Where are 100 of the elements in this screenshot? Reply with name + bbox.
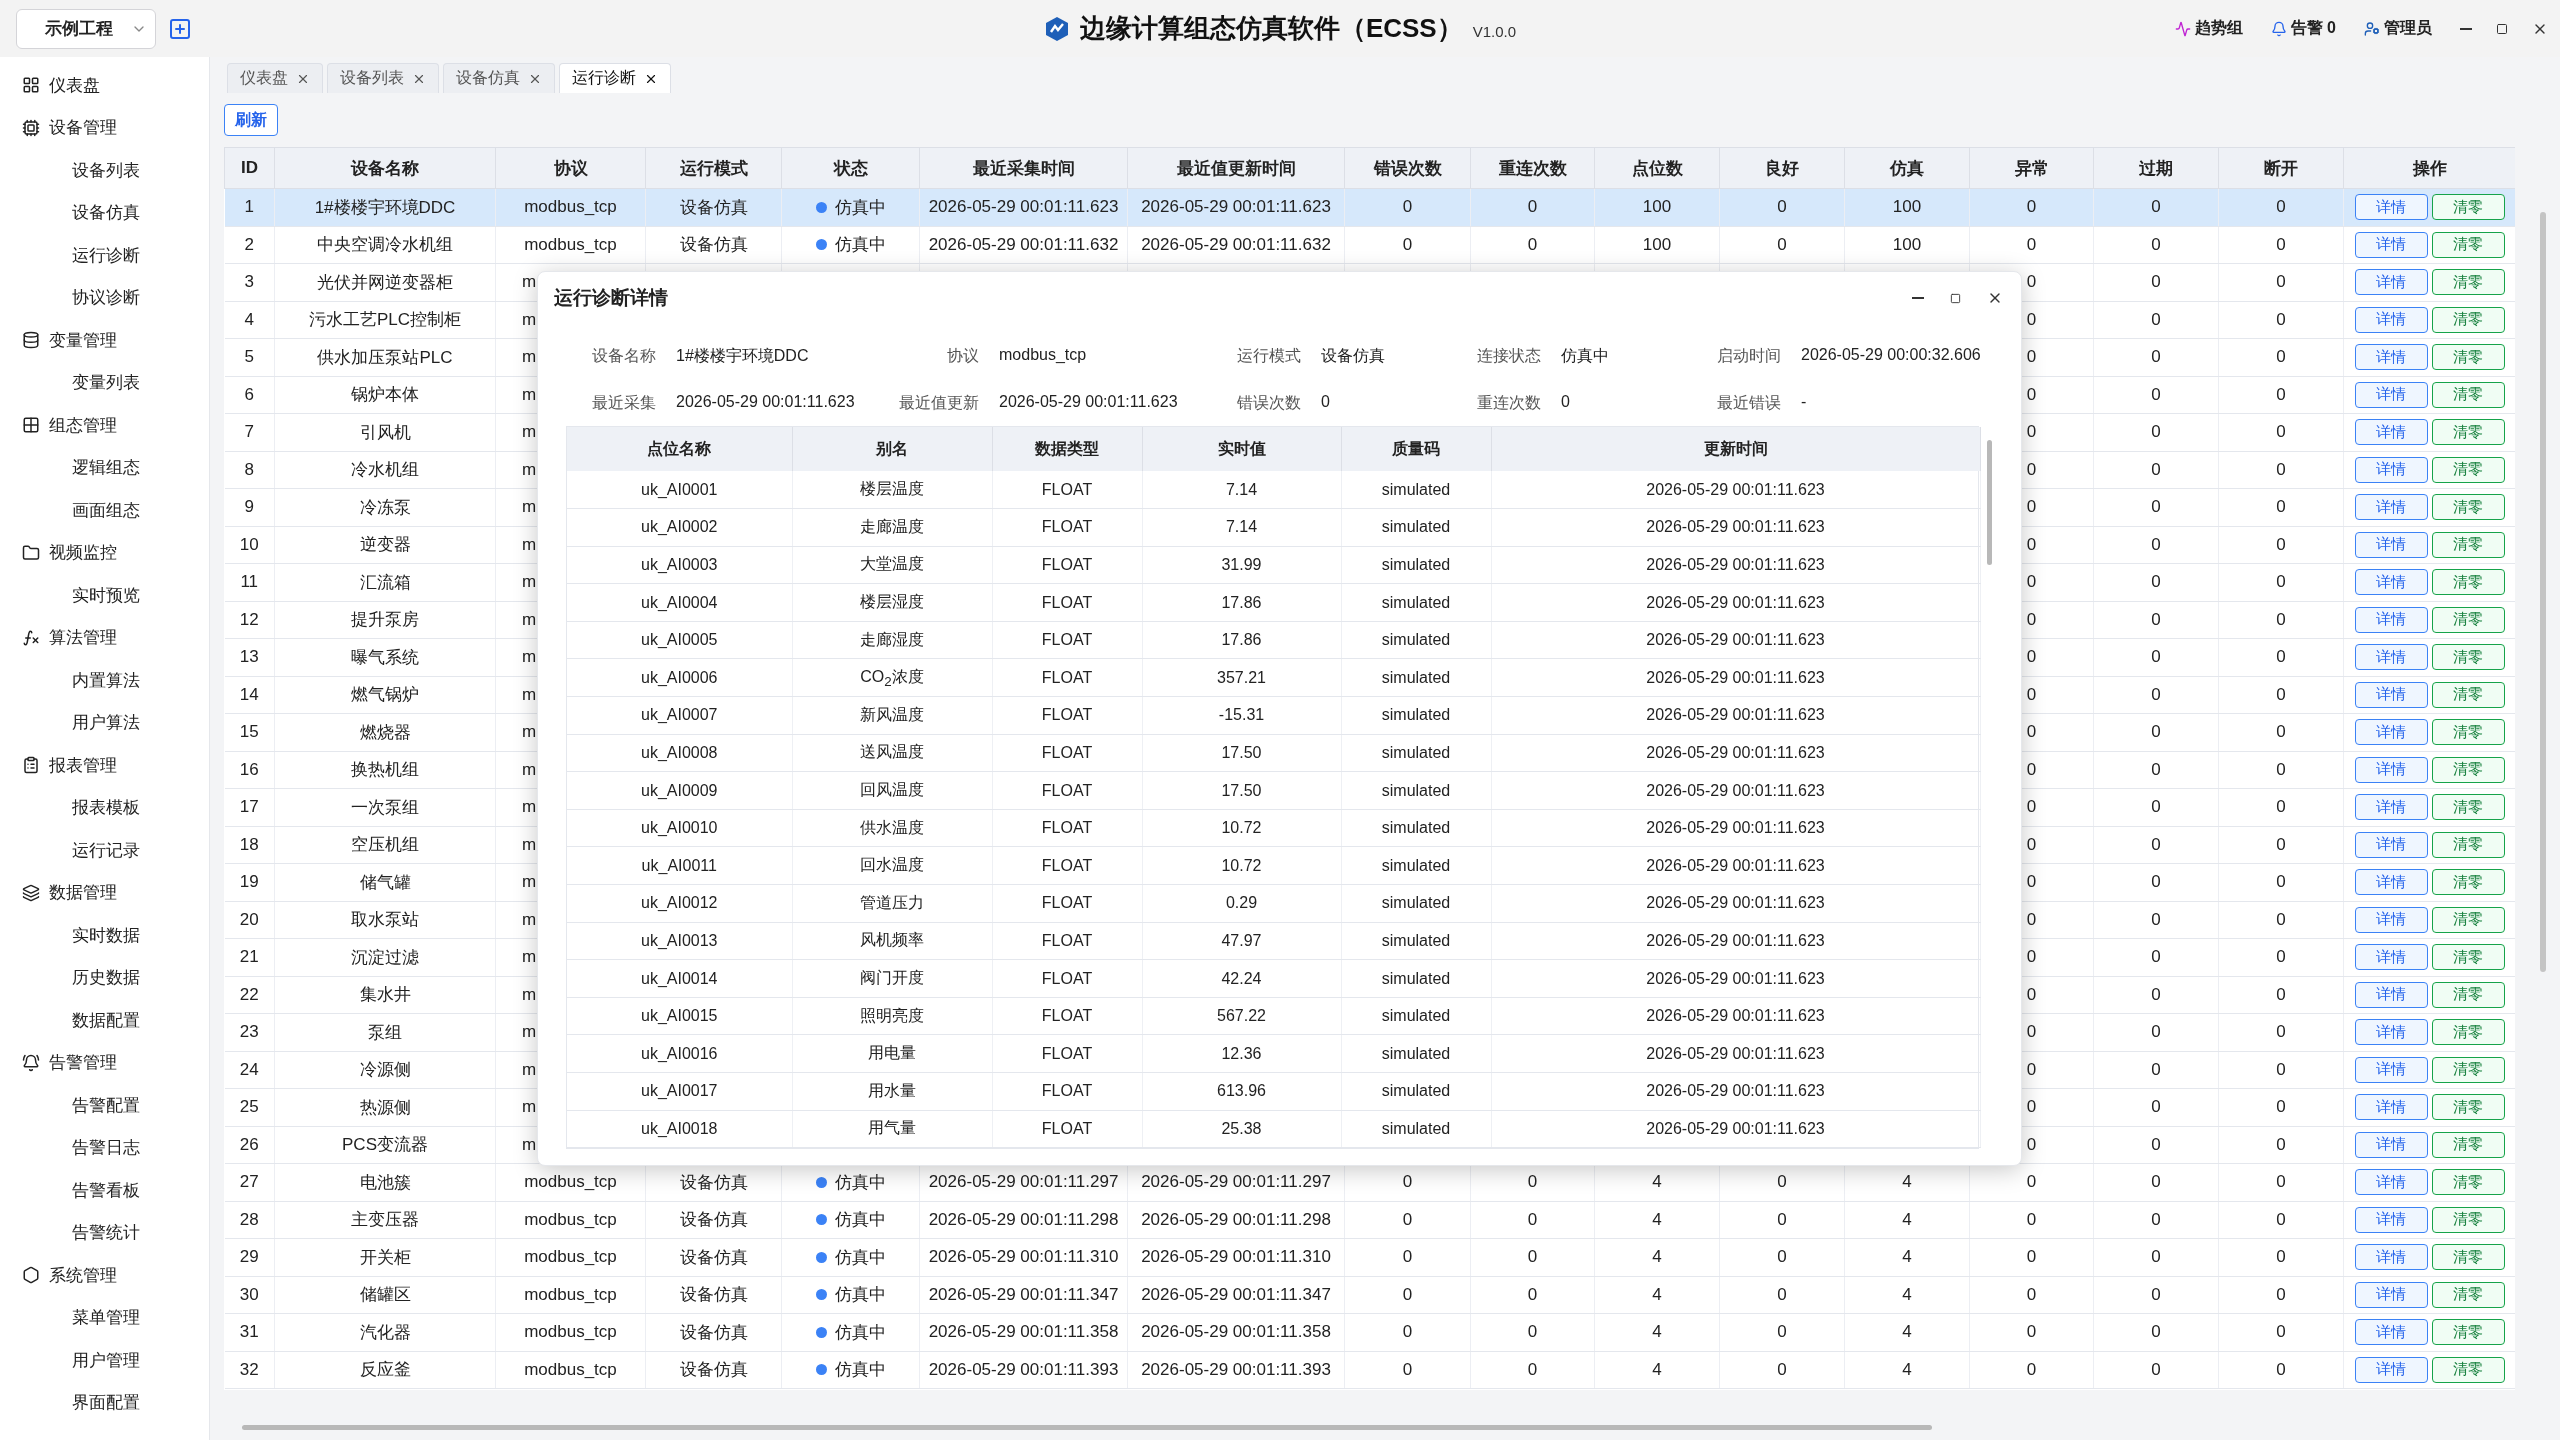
details-button[interactable]: 详情 [2354, 494, 2428, 521]
reset-button[interactable]: 清零 [2431, 1281, 2505, 1308]
details-button[interactable]: 详情 [2354, 1281, 2428, 1308]
sidebar-item[interactable]: 逻辑组态 [0, 446, 209, 489]
details-button[interactable]: 详情 [2354, 981, 2428, 1008]
reset-button[interactable]: 清零 [2431, 1356, 2505, 1383]
sidebar-item[interactable]: 画面组态 [0, 489, 209, 532]
sidebar-item[interactable]: 变量列表 [0, 361, 209, 404]
table-row[interactable]: 32 反应釜 modbus_tcp 设备仿真 仿真中 2026-05-29 00:01:11.393 2026-05-29 00:01:11.393 0 0 4 0 4 0 0 0 详情 清零 [224, 1351, 2515, 1389]
reset-button[interactable]: 清零 [2431, 456, 2505, 483]
reset-button[interactable]: 清零 [2431, 569, 2505, 596]
details-button[interactable]: 详情 [2354, 944, 2428, 971]
details-button[interactable]: 详情 [2354, 1319, 2428, 1346]
sidebar-item[interactable]: 用户管理 [0, 1339, 209, 1382]
details-button[interactable]: 详情 [2354, 569, 2428, 596]
table-row[interactable]: 1 1#楼楼宇环境DDC modbus_tcp 设备仿真 仿真中 2026-05-29 00:01:11.623 2026-05-29 00:01:11.623 0 0 100 0 100 0 0 0 详情 清零 [224, 188, 2515, 226]
reset-button[interactable]: 清零 [2431, 1244, 2505, 1271]
sidebar-group[interactable]: 系统管理 [0, 1254, 209, 1297]
reset-button[interactable]: 清零 [2431, 306, 2505, 333]
reset-button[interactable]: 清零 [2431, 194, 2505, 221]
details-button[interactable]: 详情 [2354, 419, 2428, 446]
table-row[interactable]: 28 主变压器 modbus_tcp 设备仿真 仿真中 2026-05-29 00:01:11.298 2026-05-29 00:01:11.298 0 0 4 0 4 0 0 0 详情 清零 [224, 1201, 2515, 1239]
reset-button[interactable]: 清零 [2431, 1094, 2505, 1121]
reset-button[interactable]: 清零 [2431, 531, 2505, 558]
details-button[interactable]: 详情 [2354, 231, 2428, 258]
scrollbar[interactable] [1987, 440, 1992, 565]
table-row[interactable]: 2 中央空调冷水机组 modbus_tcp 设备仿真 仿真中 2026-05-29 00:01:11.632 2026-05-29 00:01:11.632 0 0 100 0 100 0 0 0 详情 清零 [224, 226, 2515, 264]
table-row[interactable]: 27 电池簇 modbus_tcp 设备仿真 仿真中 2026-05-29 00:01:11.297 2026-05-29 00:01:11.297 0 0 4 0 4 0 0 0 详情 清零 [224, 1163, 2515, 1201]
sidebar-group[interactable]: 报表管理 [0, 744, 209, 787]
reset-button[interactable]: 清零 [2431, 231, 2505, 258]
sidebar-item[interactable]: 历史数据 [0, 956, 209, 999]
details-button[interactable]: 详情 [2354, 306, 2428, 333]
sidebar-group[interactable]: 视频监控 [0, 531, 209, 574]
reset-button[interactable]: 清零 [2431, 1319, 2505, 1346]
sidebar-item[interactable]: 数据配置 [0, 999, 209, 1042]
details-button[interactable]: 详情 [2354, 1356, 2428, 1383]
sidebar-group[interactable]: 数据管理 [0, 871, 209, 914]
alarm-button[interactable]: 告警 0 [2270, 18, 2336, 39]
details-button[interactable]: 详情 [2354, 1169, 2428, 1196]
details-button[interactable]: 详情 [2354, 456, 2428, 483]
details-button[interactable]: 详情 [2354, 869, 2428, 896]
minimize-button[interactable] [2460, 27, 2472, 30]
sidebar-item[interactable]: 告警日志 [0, 1126, 209, 1169]
details-button[interactable]: 详情 [2354, 194, 2428, 221]
reset-button[interactable]: 清零 [2431, 869, 2505, 896]
reset-button[interactable]: 清零 [2431, 1019, 2505, 1046]
sidebar-item[interactable]: 告警统计 [0, 1211, 209, 1254]
details-button[interactable]: 详情 [2354, 344, 2428, 371]
reset-button[interactable]: 清零 [2431, 269, 2505, 296]
sidebar-group[interactable]: 仪表盘 [0, 64, 209, 107]
sidebar-item[interactable]: 用户算法 [0, 701, 209, 744]
refresh-button[interactable]: 刷新 [224, 104, 278, 136]
details-button[interactable]: 详情 [2354, 794, 2428, 821]
table-row[interactable]: 30 储罐区 modbus_tcp 设备仿真 仿真中 2026-05-29 00:01:11.347 2026-05-29 00:01:11.347 0 0 4 0 4 0 0 0 详情 清零 [224, 1276, 2515, 1314]
reset-button[interactable]: 清零 [2431, 831, 2505, 858]
reset-button[interactable]: 清零 [2431, 944, 2505, 971]
reset-button[interactable]: 清零 [2431, 606, 2505, 633]
sidebar-item[interactable]: 协议诊断 [0, 276, 209, 319]
reset-button[interactable]: 清零 [2431, 681, 2505, 708]
table-row[interactable]: 29 开关柜 modbus_tcp 设备仿真 仿真中 2026-05-29 00:01:11.310 2026-05-29 00:01:11.310 0 0 4 0 4 0 0 0 详情 清零 [224, 1238, 2515, 1276]
reset-button[interactable]: 清零 [2431, 756, 2505, 783]
details-button[interactable]: 详情 [2354, 1056, 2428, 1083]
reset-button[interactable]: 清零 [2431, 906, 2505, 933]
details-button[interactable]: 详情 [2354, 719, 2428, 746]
sidebar-item[interactable]: 菜单管理 [0, 1296, 209, 1339]
sidebar-item[interactable]: 运行诊断 [0, 234, 209, 277]
reset-button[interactable]: 清零 [2431, 981, 2505, 1008]
scrollbar[interactable] [242, 1425, 1932, 1430]
sidebar-group[interactable]: 组态管理 [0, 404, 209, 447]
reset-button[interactable]: 清零 [2431, 644, 2505, 671]
details-button[interactable]: 详情 [2354, 1131, 2428, 1158]
reset-button[interactable]: 清零 [2431, 719, 2505, 746]
tab[interactable]: 设备仿真 [443, 63, 555, 93]
sidebar-item[interactable]: 设备列表 [0, 149, 209, 192]
sidebar-group[interactable]: 告警管理 [0, 1041, 209, 1084]
reset-button[interactable]: 清零 [2431, 1056, 2505, 1083]
sidebar-item[interactable]: 界面配置 [0, 1381, 209, 1424]
tab[interactable]: 运行诊断 [559, 63, 671, 93]
sidebar-item[interactable]: 内置算法 [0, 659, 209, 702]
reset-button[interactable]: 清零 [2431, 344, 2505, 371]
reset-button[interactable]: 清零 [2431, 1169, 2505, 1196]
user-button[interactable]: 管理员 [2364, 18, 2432, 39]
sidebar-group[interactable]: 设备管理 [0, 106, 209, 149]
reset-button[interactable]: 清零 [2431, 381, 2505, 408]
sidebar-item[interactable]: 运行记录 [0, 829, 209, 872]
details-button[interactable]: 详情 [2354, 1244, 2428, 1271]
sidebar-group[interactable]: 算法管理 [0, 616, 209, 659]
details-button[interactable]: 详情 [2354, 1019, 2428, 1046]
details-button[interactable]: 详情 [2354, 831, 2428, 858]
sidebar-item[interactable]: 告警看板 [0, 1169, 209, 1212]
details-button[interactable]: 详情 [2354, 906, 2428, 933]
reset-button[interactable]: 清零 [2431, 494, 2505, 521]
sidebar-item[interactable]: 设备仿真 [0, 191, 209, 234]
add-project-button[interactable] [168, 16, 192, 41]
sidebar-item[interactable]: 实时预览 [0, 574, 209, 617]
details-button[interactable]: 详情 [2354, 756, 2428, 783]
details-button[interactable]: 详情 [2354, 531, 2428, 558]
tab[interactable]: 仪表盘 [227, 63, 323, 93]
sidebar-group[interactable]: 变量管理 [0, 319, 209, 362]
reset-button[interactable]: 清零 [2431, 1131, 2505, 1158]
